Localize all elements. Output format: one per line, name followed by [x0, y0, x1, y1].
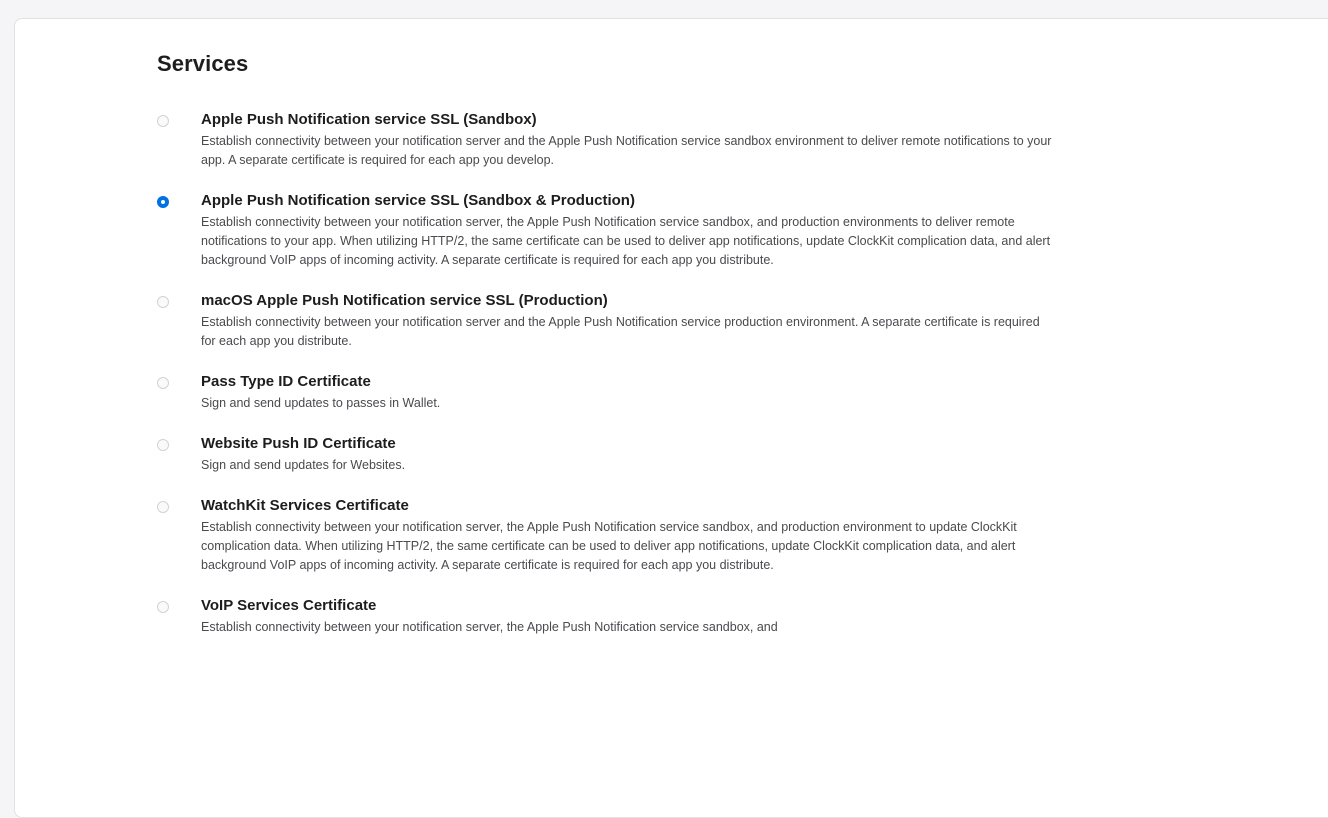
- option-description: Sign and send updates for Websites.: [201, 458, 406, 472]
- option-voip-services[interactable]: VoIP Services Certificate Establish conn…: [157, 595, 1057, 637]
- services-card: Services Apple Push Notification service…: [14, 18, 1328, 818]
- option-description: Establish connectivity between your noti…: [201, 215, 1051, 267]
- option-title: WatchKit Services Certificate: [201, 497, 409, 514]
- option-title: VoIP Services Certificate: [201, 597, 377, 614]
- option-description: Sign and send updates to passes in Walle…: [201, 396, 441, 410]
- option-description: Establish connectivity between your noti…: [201, 520, 1017, 572]
- option-apns-sandbox-production[interactable]: Apple Push Notification service SSL (San…: [157, 190, 1057, 270]
- option-description: Establish connectivity between your noti…: [201, 134, 1052, 167]
- radio-watchkit-services[interactable]: [157, 501, 169, 513]
- radio-website-push-id[interactable]: [157, 439, 169, 451]
- option-apns-sandbox[interactable]: Apple Push Notification service SSL (San…: [157, 109, 1057, 170]
- radio-apns-sandbox-production[interactable]: [157, 196, 169, 208]
- radio-apns-sandbox[interactable]: [157, 115, 169, 127]
- option-website-push-id[interactable]: Website Push ID Certificate Sign and sen…: [157, 433, 1057, 475]
- option-title: Apple Push Notification service SSL (San…: [201, 192, 635, 209]
- option-macos-apns-production[interactable]: macOS Apple Push Notification service SS…: [157, 290, 1057, 351]
- option-description: Establish connectivity between your noti…: [201, 315, 1040, 348]
- radio-voip-services[interactable]: [157, 601, 169, 613]
- services-options-list: Apple Push Notification service SSL (San…: [157, 109, 1057, 657]
- option-title: Website Push ID Certificate: [201, 435, 396, 452]
- option-title: Apple Push Notification service SSL (San…: [201, 111, 537, 128]
- option-title: Pass Type ID Certificate: [201, 373, 371, 390]
- radio-macos-apns-production[interactable]: [157, 296, 169, 308]
- option-title: macOS Apple Push Notification service SS…: [201, 292, 608, 309]
- radio-pass-type-id[interactable]: [157, 377, 169, 389]
- option-watchkit-services[interactable]: WatchKit Services Certificate Establish …: [157, 495, 1057, 575]
- section-title: Services: [157, 51, 249, 76]
- option-description: Establish connectivity between your noti…: [201, 620, 778, 634]
- option-pass-type-id[interactable]: Pass Type ID Certificate Sign and send u…: [157, 371, 1057, 413]
